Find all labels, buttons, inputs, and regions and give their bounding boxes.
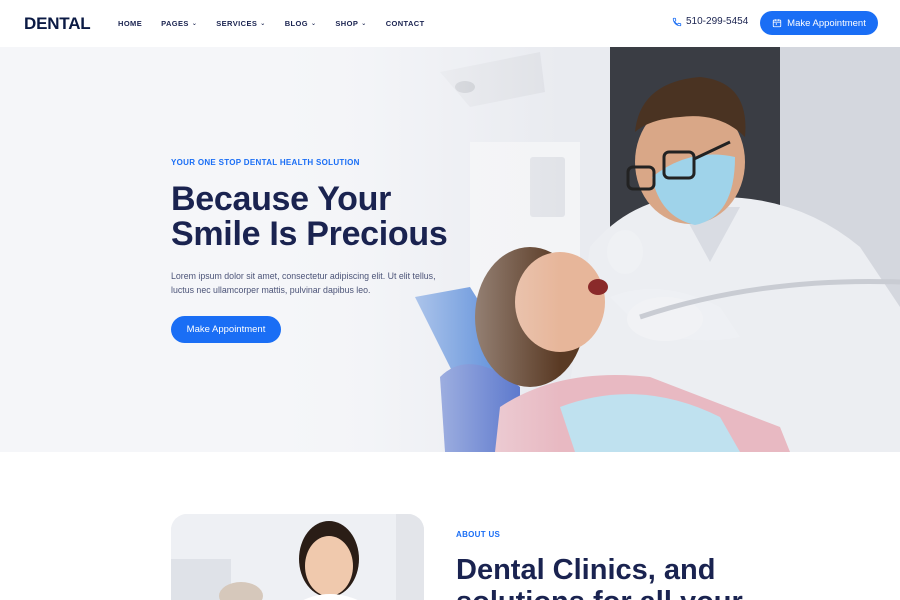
logo-text: DENTAL: [24, 14, 91, 33]
nav-item-contact[interactable]: CONTACT: [386, 19, 425, 28]
hero-section: YOUR ONE STOP DENTAL HEALTH SOLUTION Bec…: [0, 47, 900, 452]
about-eyebrow: ABOUT US: [456, 530, 501, 539]
phone-number: 510-299-5454: [686, 16, 749, 27]
nav-item-services[interactable]: SERVICES ⌄: [216, 19, 265, 28]
logo[interactable]: DENTAL: [24, 14, 91, 34]
about-title: Dental Clinics, and solutions for all yo…: [456, 554, 743, 600]
cta-label: Make Appointment: [186, 324, 266, 335]
nav-item-pages[interactable]: PAGES ⌄: [161, 19, 197, 28]
about-photo: [171, 514, 424, 600]
nav-label: CONTACT: [385, 19, 425, 28]
make-appointment-button[interactable]: Make Appointment: [760, 11, 878, 35]
chevron-down-icon: ⌄: [310, 21, 317, 27]
nav-label: PAGES: [161, 19, 189, 28]
nav-item-shop[interactable]: SHOP ⌄: [335, 19, 366, 28]
hero-headline: Because Your Smile Is Precious: [171, 182, 471, 252]
nav-label: SERVICES: [216, 19, 258, 28]
site-header: DENTAL HOME PAGES ⌄ SERVICES ⌄ BLOG ⌄ SH…: [0, 0, 900, 47]
cta-label: Make Appointment: [787, 17, 866, 29]
nav-label: SHOP: [335, 19, 359, 28]
chevron-down-icon: ⌄: [361, 21, 367, 27]
headline-line-2: Smile Is Precious: [171, 215, 448, 253]
nav-item-blog[interactable]: BLOG ⌄: [285, 19, 317, 28]
nav-item-home[interactable]: HOME: [118, 19, 142, 28]
chevron-down-icon: ⌄: [191, 21, 198, 27]
chevron-down-icon: ⌄: [260, 21, 266, 27]
nav-label: BLOG: [284, 19, 308, 28]
main-nav: HOME PAGES ⌄ SERVICES ⌄ BLOG ⌄ SHOP ⌄ CO…: [118, 0, 444, 47]
hero-eyebrow: YOUR ONE STOP DENTAL HEALTH SOLUTION: [171, 158, 360, 167]
hero-lead-text: Lorem ipsum dolor sit amet, consectetur …: [171, 271, 436, 295]
phone-link[interactable]: 510-299-5454: [672, 16, 748, 27]
calendar-icon: [772, 19, 782, 28]
nav-label: HOME: [118, 19, 143, 28]
about-photo-art: [171, 514, 424, 600]
hero-make-appointment-button[interactable]: Make Appointment: [171, 316, 281, 343]
phone-icon: [672, 17, 682, 26]
headline-line-1: Because Your: [171, 180, 392, 218]
